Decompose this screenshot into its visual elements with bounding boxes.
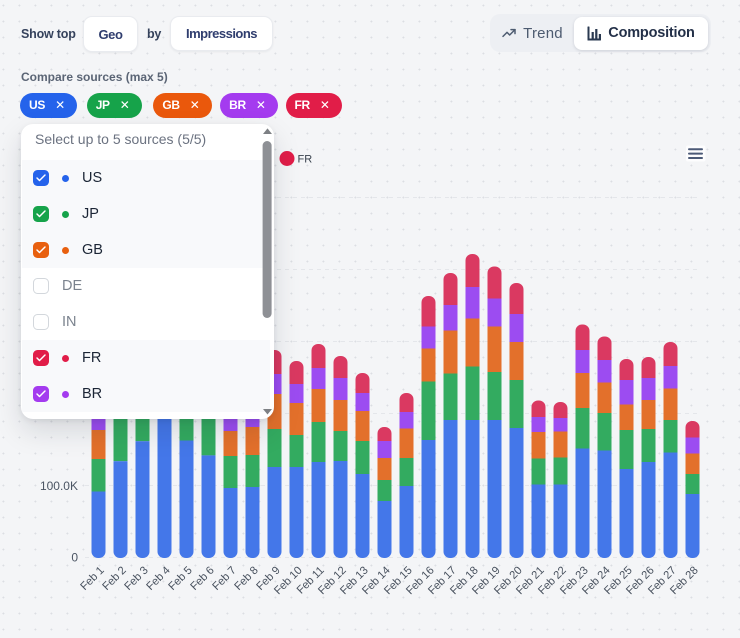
svg-text:Feb 2: Feb 2: [100, 565, 128, 593]
svg-text:Feb 8: Feb 8: [232, 565, 260, 593]
svg-text:FR: FR: [298, 154, 313, 166]
svg-text:Feb 5: Feb 5: [166, 565, 194, 593]
svg-text:0: 0: [71, 551, 78, 565]
svg-text:Feb 6: Feb 6: [188, 565, 216, 593]
svg-text:Feb 3: Feb 3: [122, 565, 150, 593]
svg-text:Feb 1: Feb 1: [78, 565, 106, 593]
svg-text:Feb 4: Feb 4: [144, 565, 172, 593]
svg-text:Feb 7: Feb 7: [210, 565, 238, 593]
svg-text:100.0K: 100.0K: [40, 479, 78, 493]
